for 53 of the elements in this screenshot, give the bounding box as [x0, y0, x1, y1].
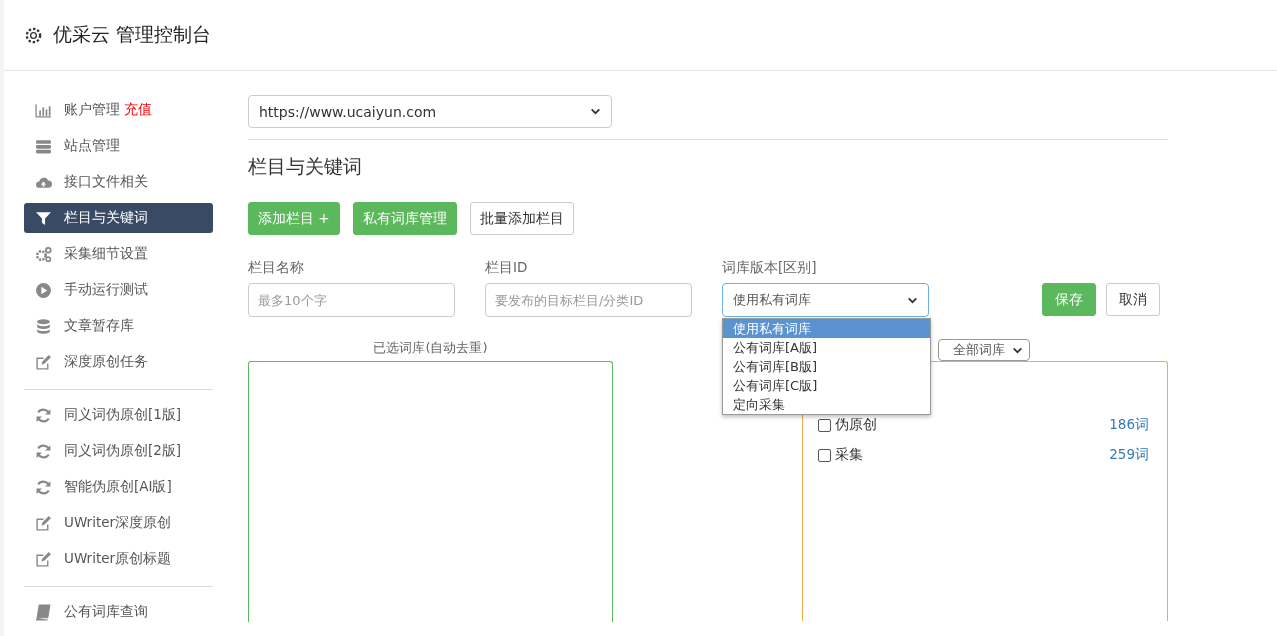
edit-icon: [35, 550, 52, 568]
sidebar-item[interactable]: 接口文件相关: [24, 167, 213, 197]
dropdown-option[interactable]: 公有词库[A版]: [723, 338, 930, 357]
dropdown-option[interactable]: 公有词库[C版]: [723, 376, 930, 395]
dropdown-option[interactable]: 定向采集: [723, 395, 930, 414]
play-icon: [35, 281, 52, 299]
sidebar-item[interactable]: 深度原创任务: [24, 347, 213, 377]
sidebar-item[interactable]: 智能伪原创[AI版]: [24, 472, 213, 502]
settings-icon: [24, 25, 43, 45]
cancel-button[interactable]: 取消: [1106, 283, 1160, 316]
edit-icon: [35, 353, 52, 371]
sidebar-item[interactable]: UWriter原创标题: [24, 544, 213, 574]
field-label: 栏目ID: [485, 259, 529, 277]
recharge-link[interactable]: 充值: [124, 101, 152, 119]
sidebar-item[interactable]: 站点管理: [24, 131, 213, 161]
sidebar-item[interactable]: 栏目与关键词: [24, 203, 213, 233]
library-name: 伪原创: [835, 416, 877, 434]
checkbox[interactable]: [818, 448, 831, 462]
edit-icon: [35, 514, 52, 532]
gears-icon: [35, 245, 52, 263]
sidebar-item[interactable]: 采集细节设置: [24, 239, 213, 269]
book-icon: [35, 603, 52, 621]
refresh-icon: [35, 478, 52, 496]
input-field[interactable]: 要发布的目标栏目/分类ID: [485, 283, 692, 317]
site-select[interactable]: https://www.ucaiyun.com: [248, 95, 612, 128]
sidebar-item[interactable]: UWriter深度原创: [24, 508, 213, 538]
sidebar-item[interactable]: 手动运行测试: [24, 275, 213, 305]
refresh-icon: [35, 406, 52, 424]
refresh-icon: [35, 442, 52, 460]
filter-icon: [35, 209, 52, 227]
server-icon: [35, 137, 52, 155]
input-field[interactable]: 最多10个字: [248, 283, 455, 317]
chart-icon: [35, 101, 52, 119]
field-label: 词库版本[区别]: [722, 259, 818, 277]
app-title: 优采云 管理控制台: [53, 22, 212, 47]
chevron-icon: [590, 106, 601, 117]
library-filter[interactable]: 全部词库: [938, 339, 1030, 361]
panel-title: 已选词库(自动去重): [373, 340, 488, 355]
version-select[interactable]: 使用私有词库: [722, 283, 929, 317]
database-icon: [35, 317, 52, 335]
word-count-link[interactable]: 259词: [1109, 446, 1149, 464]
sidebar-item[interactable]: 同义词伪原创[2版]: [24, 436, 213, 466]
section-title: 栏目与关键词: [248, 154, 363, 179]
sidebar-item[interactable]: 公有词库查询: [24, 597, 213, 627]
checkbox[interactable]: [818, 418, 831, 432]
sidebar-item[interactable]: 同义词伪原创[1版]: [24, 400, 213, 430]
word-count-link[interactable]: 186词: [1109, 416, 1149, 434]
field-label: 栏目名称: [248, 259, 305, 277]
dropdown-option[interactable]: 公有词库[B版]: [723, 357, 930, 376]
toolbar-button[interactable]: 批量添加栏目: [469, 202, 574, 235]
library-name: 采集: [835, 446, 863, 464]
sidebar-item[interactable]: 账户管理 充值: [24, 95, 213, 125]
sidebar-item[interactable]: 文章暂存库: [24, 311, 213, 341]
